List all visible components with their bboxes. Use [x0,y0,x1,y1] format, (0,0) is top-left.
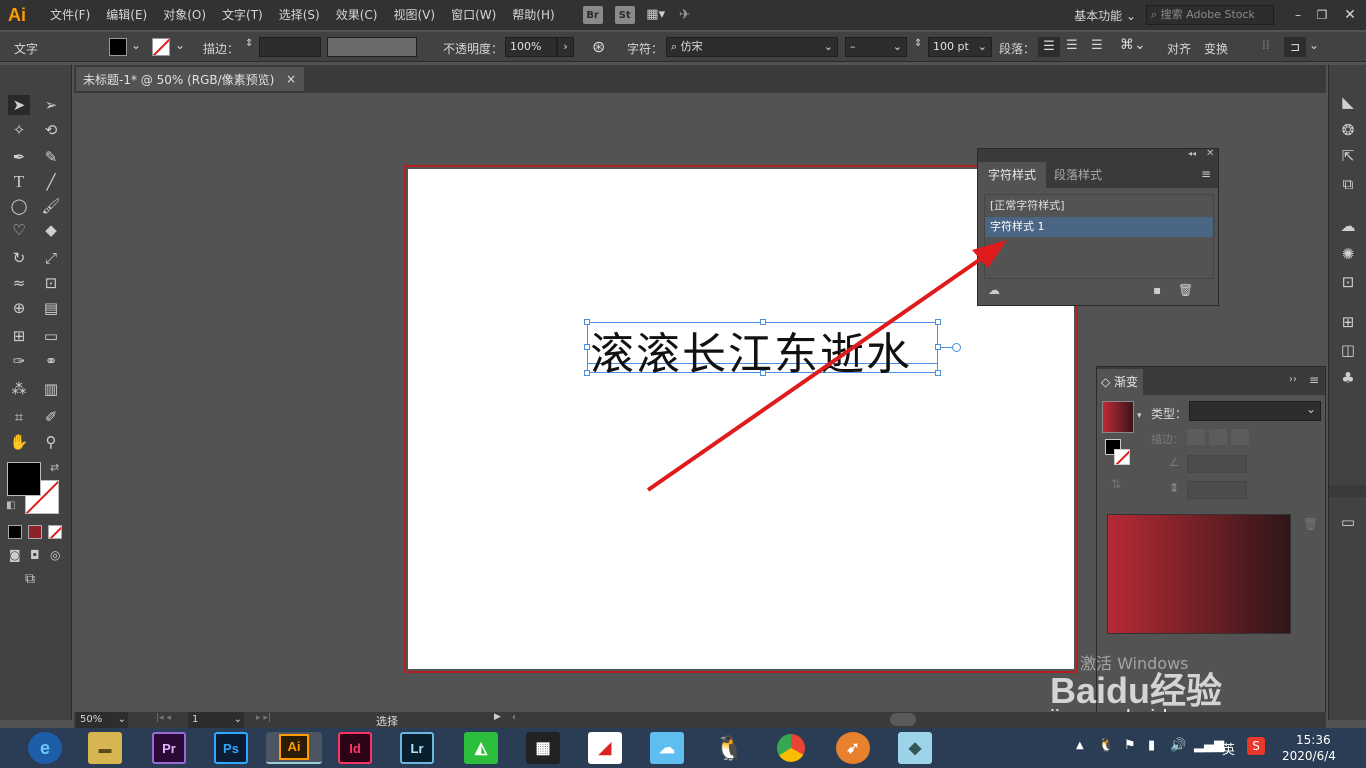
illustrator-app-icon[interactable]: Ai [266,732,322,764]
chevron-down-icon: ⌄ [233,714,242,725]
premiere-app-icon[interactable]: Pr [152,732,186,764]
zoom-select[interactable]: 50% ⌄ [76,712,128,728]
show-hidden-icons[interactable]: ▲ [1076,740,1084,751]
sogou-ime-icon[interactable]: S [1247,737,1265,755]
cloud-app-icon[interactable]: ☁ [650,732,684,764]
video-editor-icon[interactable]: ▦ [526,732,560,764]
ime-indicator[interactable]: 英 [1222,739,1235,758]
tray-flag-icon[interactable]: ⚑ [1124,738,1136,753]
file-explorer-icon[interactable]: ▬ [88,732,122,764]
tray-battery-icon[interactable]: ▮ [1148,738,1155,753]
browser-ie-icon[interactable]: e [28,732,62,764]
status-arrow-icon[interactable]: ▶ [494,712,501,722]
next-artboard-icon[interactable]: ▸ ▸| [256,713,271,723]
horizontal-scrollbar-thumb[interactable] [890,713,916,726]
tray-qq-icon[interactable]: 🐧 [1098,738,1114,753]
chrome-app-icon[interactable] [774,732,808,764]
blue-app-icon[interactable]: ◆ [898,732,932,764]
qq-app-icon[interactable]: 🐧 [712,732,746,764]
artboard-number-select[interactable]: 1 ⌄ [188,712,244,728]
orange-app-icon[interactable]: ➹ [836,732,870,764]
current-tool-status: 选择 [376,715,398,728]
scroll-left-icon[interactable]: ‹ [512,712,516,723]
first-artboard-icon[interactable]: |◂ ◂ [156,713,171,723]
clock-time[interactable]: 15:36 [1296,733,1331,747]
indesign-app-icon[interactable]: Id [338,732,372,764]
status-bar: 50% ⌄ |◂ ◂ 1 ⌄ ▸ ▸| 选择 ▶ ‹ [74,712,1326,728]
umbrella-app-icon[interactable]: ◢ [588,732,622,764]
clock-date[interactable]: 2020/6/4 [1282,749,1336,763]
green-app-icon[interactable]: ◭ [464,732,498,764]
photoshop-app-icon[interactable]: Ps [214,732,248,764]
lightroom-app-icon[interactable]: Lr [400,732,434,764]
windows-taskbar: e ▬ Pr Ps Ai Id Lr ◭ ▦ ◢ ☁ 🐧 ➹ ◆ ▲ 🐧 ⚑ ▮… [0,728,1366,768]
volume-icon[interactable]: 🔊 [1170,738,1186,753]
chevron-down-icon: ⌄ [117,714,126,725]
network-icon[interactable]: ▂▄▆ [1194,738,1224,753]
